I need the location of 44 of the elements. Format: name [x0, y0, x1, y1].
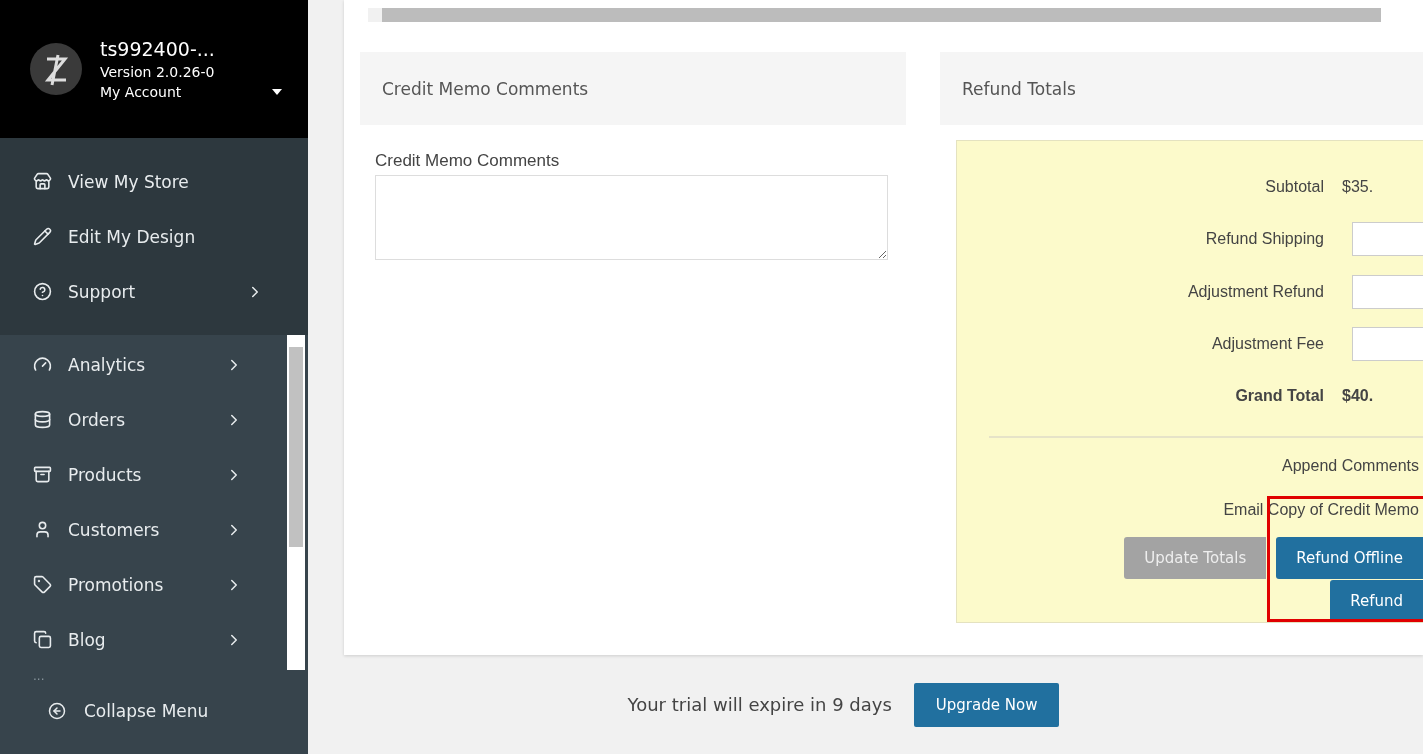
version-text: Version 2.0.26-0	[100, 64, 216, 80]
total-label: Adjustment Refund	[1186, 282, 1324, 301]
trial-message: Your trial will expire in 9 days	[627, 694, 892, 715]
field-label: Credit Memo Comments	[375, 151, 561, 171]
nav-item[interactable]: Customers	[0, 502, 287, 557]
nav-item[interactable]: Support	[0, 264, 308, 319]
nav-item[interactable]: Products	[0, 447, 287, 502]
comments-textarea[interactable]	[375, 175, 888, 260]
more-dots: ...	[32, 668, 46, 683]
pencil-icon	[33, 227, 52, 246]
store-name: ts992400-...	[100, 38, 216, 60]
total-label: Refund Shipping	[1204, 230, 1324, 249]
total-value: $35.	[1342, 178, 1375, 197]
database-icon	[33, 410, 52, 429]
option-label: Append Comments	[1281, 456, 1420, 477]
panel-title: Credit Memo Comments	[360, 52, 906, 125]
box-icon	[33, 465, 52, 484]
nav-item[interactable]: Edit My Design	[0, 209, 308, 264]
account-menu[interactable]: My Account	[100, 84, 182, 100]
total-label: Subtotal	[1264, 178, 1324, 197]
logo-icon	[30, 43, 82, 95]
documents-icon	[33, 630, 52, 649]
scrollbar[interactable]	[287, 335, 305, 670]
nav-item[interactable]: Promotions	[0, 557, 287, 612]
nav-item[interactable]: Orders	[0, 392, 287, 447]
total-value: $40.	[1342, 387, 1375, 406]
total-label: Adjustment Fee	[1210, 334, 1324, 353]
help-icon	[33, 282, 52, 301]
user-icon	[33, 520, 52, 539]
tag-icon	[33, 575, 52, 594]
dropdown-icon[interactable]	[272, 89, 282, 95]
refund-button[interactable]: Refund	[1330, 579, 1423, 622]
upgrade-button[interactable]: Upgrade Now	[913, 682, 1060, 727]
nav-item[interactable]: Analytics	[0, 337, 287, 392]
collapse-menu-link[interactable]: Collapse Menu	[0, 683, 287, 721]
store-icon	[33, 172, 52, 191]
nav-item[interactable]: Blog	[0, 612, 287, 667]
total-label: Grand Total	[1234, 387, 1324, 406]
arrow-left-icon	[48, 702, 66, 720]
panel-title: Refund Totals	[940, 52, 1423, 125]
horizontal-scrollbar[interactable]	[368, 8, 1381, 22]
gauge-icon	[33, 355, 52, 374]
nav-item[interactable]: View My Store	[0, 154, 308, 209]
refund-offline-button[interactable]: Refund Offline	[1276, 536, 1423, 579]
